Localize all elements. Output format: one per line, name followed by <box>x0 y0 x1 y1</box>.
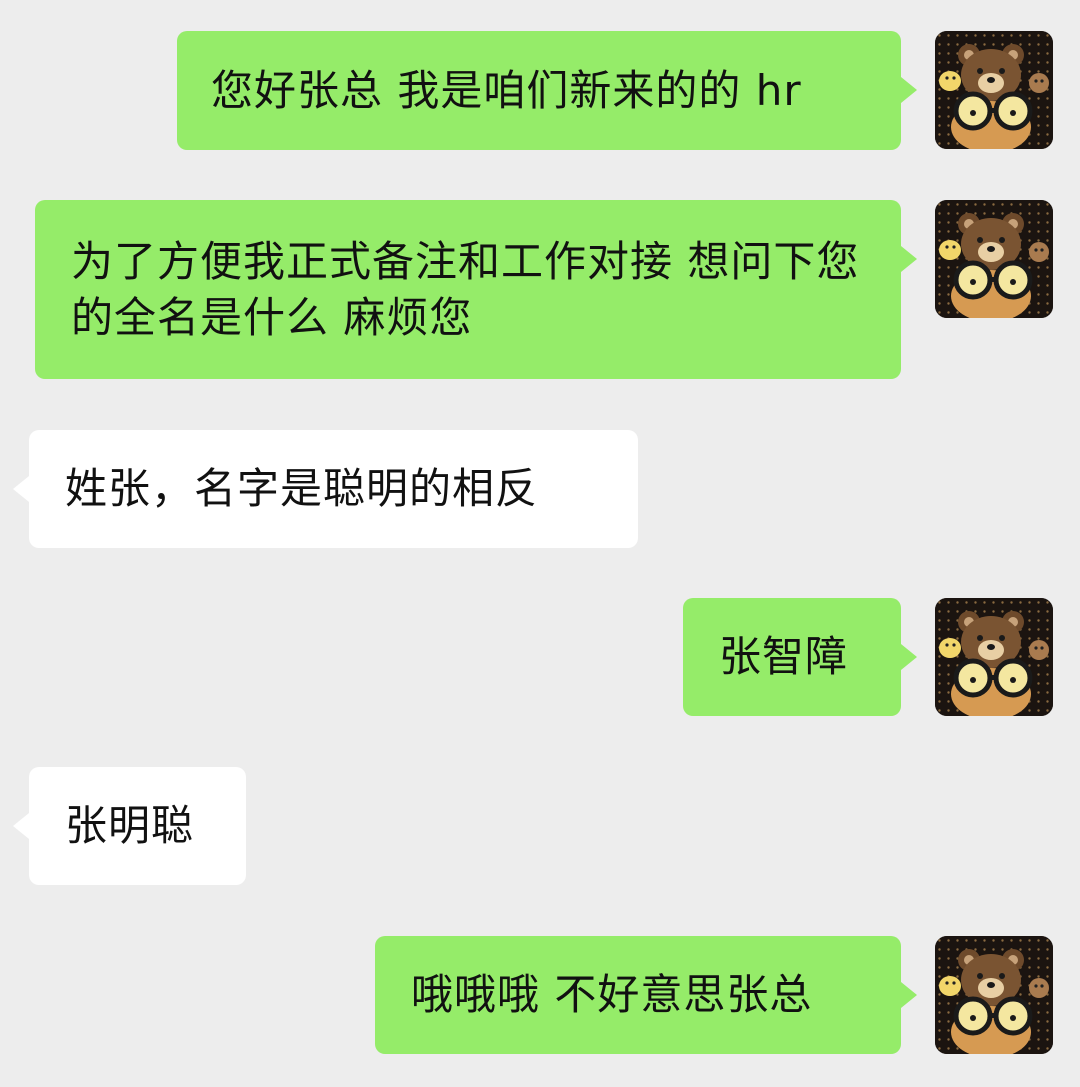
message-bubble-sent[interactable]: 哦哦哦 不好意思张总 <box>375 936 917 1054</box>
user-avatar[interactable] <box>935 31 1053 149</box>
bubble-tail <box>901 982 917 1008</box>
message-text: 张明聪 <box>65 801 195 850</box>
bear-with-glasses-icon <box>935 31 1053 149</box>
bear-with-glasses-icon <box>935 200 1053 318</box>
bear-with-glasses-icon <box>935 936 1053 1054</box>
bubble-tail <box>901 246 917 272</box>
message-bubble-sent[interactable]: 为了方便我正式备注和工作对接 想问下您的全名是什么 麻烦您 <box>35 200 917 379</box>
bear-with-glasses-icon <box>935 598 1053 716</box>
bubble-tail <box>13 813 29 839</box>
message-bubble-sent[interactable]: 张智障 <box>683 598 917 716</box>
user-avatar[interactable] <box>935 936 1053 1054</box>
message-bubble-sent[interactable]: 您好张总 我是咱们新来的的 hr <box>177 31 917 150</box>
chat-conversation: 您好张总 我是咱们新来的的 hr 为了方便我正式备注和工作对接 想问下您的全名是… <box>0 0 1080 1087</box>
message-bubble-received[interactable]: 姓张，名字是聪明的相反 <box>13 430 638 548</box>
message-text: 哦哦哦 不好意思张总 <box>411 970 813 1019</box>
message-text: 张智障 <box>719 632 849 681</box>
message-bubble-received[interactable]: 张明聪 <box>13 767 246 885</box>
message-text: 为了方便我正式备注和工作对接 想问下您的全名是什么 麻烦您 <box>71 236 860 342</box>
message-text: 姓张，名字是聪明的相反 <box>65 464 539 513</box>
bubble-tail <box>901 644 917 670</box>
user-avatar[interactable] <box>935 598 1053 716</box>
bubble-tail <box>901 77 917 103</box>
message-text: 您好张总 我是咱们新来的的 hr <box>211 65 802 115</box>
user-avatar[interactable] <box>935 200 1053 318</box>
bubble-tail <box>13 476 29 502</box>
